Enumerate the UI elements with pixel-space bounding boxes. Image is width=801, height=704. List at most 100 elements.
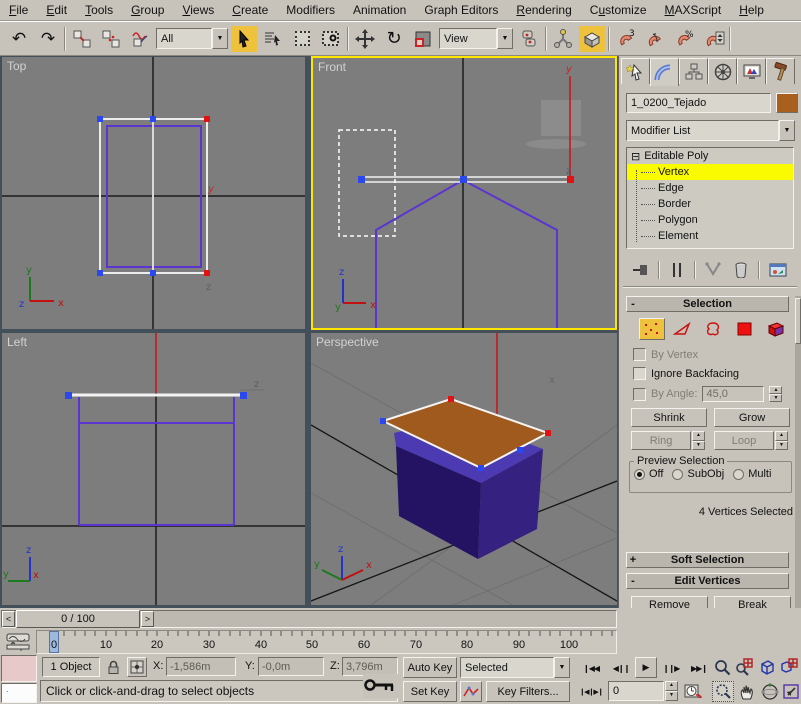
object-color-swatch[interactable] xyxy=(776,93,798,113)
percent-snap-icon[interactable]: % xyxy=(671,26,697,52)
go-to-start-icon[interactable]: ❙◀◀ xyxy=(578,659,604,677)
tab-modify-icon[interactable] xyxy=(650,58,679,86)
absolute-offset-toggle-icon[interactable] xyxy=(127,657,147,677)
menu-create[interactable]: Create xyxy=(223,1,277,19)
viewport-perspective[interactable]: Perspective x z y x xyxy=(311,333,617,605)
edge-mode-icon[interactable] xyxy=(670,318,696,340)
key-mode-dropdown-icon[interactable]: ▼ xyxy=(554,657,570,678)
select-and-link-icon[interactable] xyxy=(69,26,95,52)
window-crossing-toggle-icon[interactable] xyxy=(318,26,344,52)
menu-customize[interactable]: Customize xyxy=(581,1,656,19)
preview-subobj-radio[interactable]: SubObj xyxy=(672,468,724,480)
menu-maxscript[interactable]: MAXScript xyxy=(656,1,731,19)
viewport-perspective-label[interactable]: Perspective xyxy=(316,335,379,349)
rectangular-selection-region-icon[interactable] xyxy=(289,26,315,52)
modifier-list-dropdown-icon[interactable]: ▼ xyxy=(779,120,795,141)
select-and-move-icon[interactable] xyxy=(352,26,378,52)
auto-key-button[interactable]: Auto Key xyxy=(403,657,457,678)
reference-coordsys-dropdown-icon[interactable]: ▼ xyxy=(497,28,513,49)
menu-edit[interactable]: Edit xyxy=(37,1,76,19)
grow-button[interactable]: Grow xyxy=(714,408,790,427)
y-coord-field[interactable]: -0,0m xyxy=(258,657,324,676)
preview-multi-radio[interactable]: Multi xyxy=(733,468,771,480)
vertex-mode-icon[interactable] xyxy=(639,318,665,340)
time-slider-next-icon[interactable]: > xyxy=(141,611,154,627)
current-frame-spinner[interactable]: ▲ ▼ xyxy=(665,681,678,701)
select-by-name-icon[interactable] xyxy=(260,26,286,52)
open-mini-curve-editor-icon[interactable] xyxy=(2,632,34,652)
key-filters-button[interactable]: Key Filters... xyxy=(486,681,570,702)
set-key-button[interactable]: Set Key xyxy=(403,681,457,702)
menu-modifiers[interactable]: Modifiers xyxy=(277,1,344,19)
select-and-scale-icon[interactable] xyxy=(410,26,436,52)
panel-scrollbar-thumb[interactable] xyxy=(795,298,801,344)
by-angle-checkbox[interactable]: By Angle: 45,0 ▲ ▼ xyxy=(633,386,783,402)
select-and-manipulate-icon[interactable] xyxy=(550,26,576,52)
configure-modifier-sets-icon[interactable] xyxy=(766,260,790,280)
border-mode-icon[interactable] xyxy=(701,318,727,340)
x-coord-field[interactable]: -1,586m xyxy=(166,657,236,676)
viewport-left[interactable]: Left z z y x xyxy=(2,333,305,605)
reference-coordsys-combo[interactable]: View ▼ xyxy=(439,28,513,49)
tab-utilities-icon[interactable] xyxy=(766,58,795,84)
set-key-filters-curve-icon[interactable] xyxy=(460,681,482,702)
pin-stack-icon[interactable] xyxy=(630,260,652,280)
ignore-backfacing-checkbox[interactable]: Ignore Backfacing xyxy=(633,367,739,380)
stack-item-vertex[interactable]: Vertex xyxy=(627,164,793,180)
stack-item-polygon[interactable]: Polygon xyxy=(627,212,793,228)
stack-item-editable-poly[interactable]: ⊟ Editable Poly xyxy=(627,148,793,164)
current-frame-field[interactable]: 0 xyxy=(608,681,664,701)
selection-filter-combo[interactable]: All ▼ xyxy=(156,28,228,49)
time-configuration-icon[interactable] xyxy=(682,681,704,701)
menu-animation[interactable]: Animation xyxy=(344,1,415,19)
make-unique-icon[interactable] xyxy=(702,260,724,280)
keyboard-override-key-icon[interactable] xyxy=(363,674,399,698)
zoom-all-icon[interactable] xyxy=(734,657,754,677)
snaps-toggle-icon[interactable] xyxy=(579,25,605,52)
menu-file[interactable]: File xyxy=(0,1,37,19)
zoom-region-icon[interactable] xyxy=(712,681,734,702)
viewport-front-active[interactable]: Front y z z x y xyxy=(311,56,617,330)
loop-spinner[interactable]: ▲ ▼ xyxy=(775,431,788,450)
collapse-icon[interactable]: ⊟ xyxy=(631,150,640,163)
next-frame-icon[interactable]: ❙❙▶ xyxy=(659,659,683,677)
stack-item-border[interactable]: Border xyxy=(627,196,793,212)
menu-views[interactable]: Views xyxy=(173,1,223,19)
element-mode-icon[interactable] xyxy=(763,318,789,340)
pan-hand-icon[interactable] xyxy=(737,681,757,702)
angle-snap-icon[interactable] xyxy=(642,26,668,52)
time-slider-prev-icon[interactable]: < xyxy=(2,611,15,627)
ring-spinner[interactable]: ▲ ▼ xyxy=(692,431,705,450)
by-vertex-checkbox[interactable]: By Vertex xyxy=(633,348,698,361)
tab-motion-icon[interactable] xyxy=(708,58,737,84)
use-pivot-point-center-icon[interactable] xyxy=(516,26,542,52)
selection-rollout-header[interactable]: - Selection xyxy=(626,296,789,312)
modifier-list-combo[interactable]: Modifier List ▼ xyxy=(626,120,795,141)
key-mode-combo[interactable]: Selected ▼ xyxy=(460,657,570,678)
by-angle-field[interactable]: 45,0 xyxy=(702,386,765,402)
object-name-field[interactable]: 1_0200_Tejado xyxy=(626,93,771,113)
snap-3d-magnet-icon[interactable]: 3 xyxy=(613,26,639,52)
select-object-icon[interactable] xyxy=(231,25,257,52)
select-and-rotate-icon[interactable]: ↻ xyxy=(381,26,407,52)
menu-help[interactable]: Help xyxy=(730,1,773,19)
show-end-result-icon[interactable] xyxy=(666,260,688,280)
by-angle-spinner[interactable]: ▲ ▼ xyxy=(769,386,783,402)
selection-filter-dropdown-icon[interactable]: ▼ xyxy=(212,28,228,49)
loop-button[interactable]: Loop xyxy=(714,431,774,450)
preview-off-radio[interactable]: Off xyxy=(634,468,663,480)
tab-hierarchy-icon[interactable] xyxy=(679,58,708,84)
go-to-end-icon[interactable]: ▶▶❙ xyxy=(686,659,712,677)
tab-display-icon[interactable] xyxy=(737,58,766,84)
viewport-top-label[interactable]: Top xyxy=(7,59,26,73)
unlink-selection-icon[interactable] xyxy=(98,26,124,52)
panel-scrollbar[interactable] xyxy=(795,296,801,608)
time-slider-handle[interactable]: 0 / 100 xyxy=(16,610,140,628)
previous-frame-icon[interactable]: ◀❙❙ xyxy=(609,659,633,677)
soft-selection-rollout-header[interactable]: + Soft Selection xyxy=(626,552,789,568)
menu-tools[interactable]: Tools xyxy=(76,1,122,19)
viewport-top[interactable]: Top y z y x z xyxy=(2,57,305,329)
redo-icon[interactable]: ↷ xyxy=(35,26,61,52)
macro-recorder-box[interactable] xyxy=(1,655,37,682)
key-step-mode-icon[interactable]: ❙◀❙▶❙ xyxy=(578,683,604,701)
